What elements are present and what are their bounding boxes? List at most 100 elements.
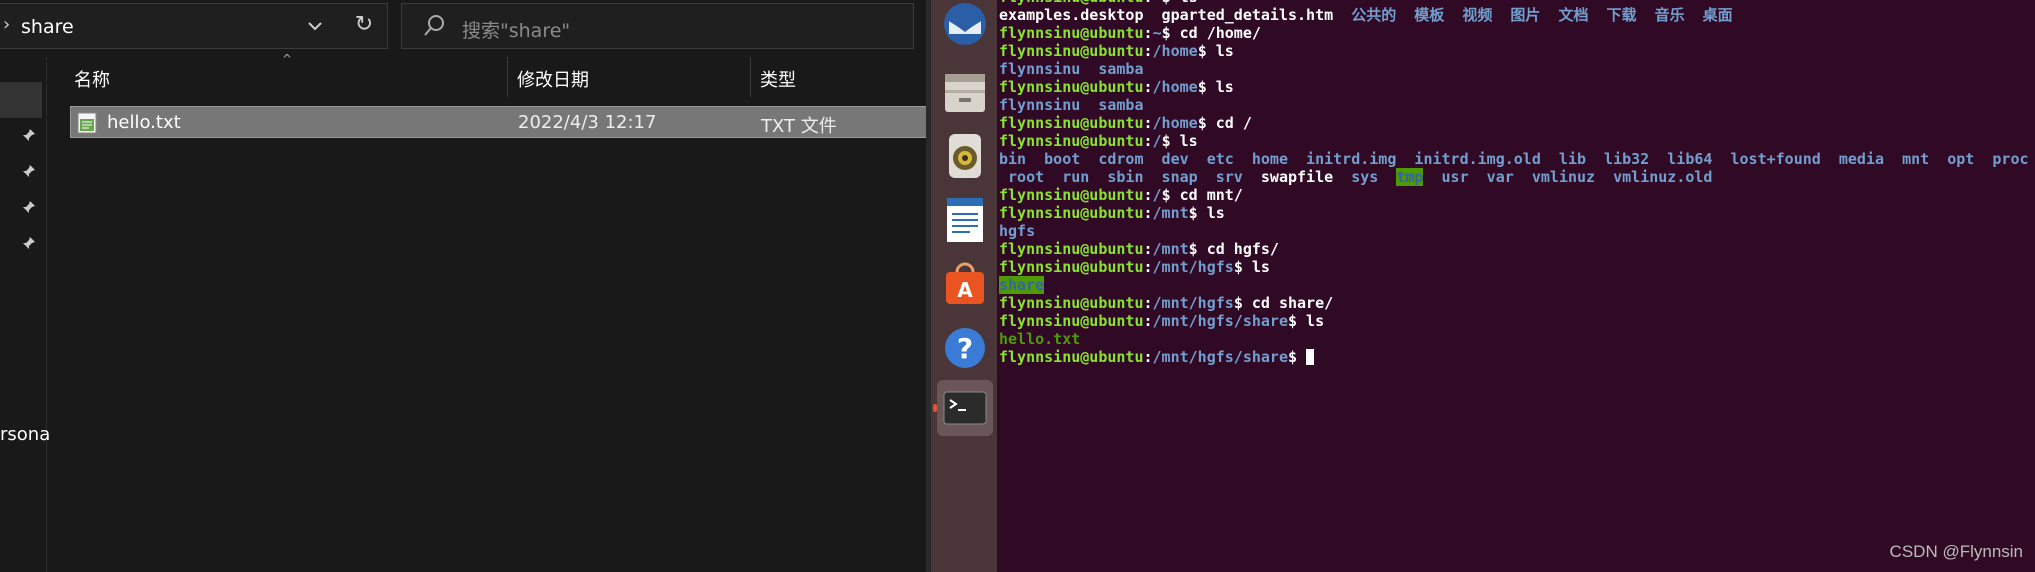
terminal-text: $ cd share/ <box>1233 294 1334 312</box>
terminal-text: : <box>1143 42 1153 60</box>
terminal-text: : <box>1143 132 1153 150</box>
terminal-text: $ ls <box>1197 78 1234 96</box>
terminal-text: bin boot cdrom dev etc home initrd.img i… <box>999 150 2029 168</box>
terminal-line: flynnsinu samba <box>999 60 2029 78</box>
terminal-text: $ cd hgfs/ <box>1188 240 1279 258</box>
terminal-text: : <box>1143 204 1153 222</box>
breadcrumb[interactable]: share <box>21 16 74 38</box>
terminal-text: : <box>1143 240 1153 258</box>
terminal-text: $ ls <box>1288 312 1325 330</box>
terminal-text: $ ls <box>1197 42 1234 60</box>
svg-text:A: A <box>957 278 973 302</box>
terminal-text: : <box>1143 78 1153 96</box>
terminal-text: flynnsinu@ubuntu <box>999 114 1144 132</box>
navigation-pane: rsona <box>0 57 50 572</box>
terminal-line: flynnsinu@ubuntu:/home$ cd / <box>999 114 2029 132</box>
terminal-text: /home <box>1152 114 1198 132</box>
file-date: 2022/4/3 12:17 <box>518 112 657 133</box>
terminal-cursor <box>1306 349 1315 365</box>
chevron-right-icon[interactable]: › <box>3 14 10 35</box>
search-placeholder: 搜索"share" <box>462 20 571 42</box>
terminal-text: swapfile <box>1260 168 1352 186</box>
terminal-text: usr var <box>1423 168 1532 186</box>
terminal-text: /home <box>1152 78 1198 96</box>
terminal-text: flynnsinu@ubuntu <box>999 132 1144 150</box>
column-name[interactable]: 名称 <box>74 66 110 92</box>
terminal-text: $ ls <box>1233 258 1270 276</box>
terminal-text: $ cd mnt/ <box>1161 186 1243 204</box>
search-input[interactable]: 搜索"share" <box>401 3 914 49</box>
terminal-line: flynnsinu@ubuntu:/home$ ls <box>999 42 2029 60</box>
file-type: TXT 文件 <box>761 116 837 137</box>
column-type[interactable]: 类型 <box>760 66 796 92</box>
terminal-line: flynnsinu@ubuntu:/home$ ls <box>999 78 2029 96</box>
help-icon[interactable]: ? <box>937 320 993 376</box>
terminal-text: flynnsinu@ubuntu <box>999 348 1144 366</box>
file-name: hello.txt <box>107 112 181 133</box>
column-divider[interactable] <box>750 57 751 97</box>
pin-icon[interactable] <box>22 163 36 177</box>
column-divider[interactable] <box>507 57 508 97</box>
file-explorer-window: › share ↻ 搜索"share" rsona ^ 名称 修改日期 类型 h… <box>0 0 928 572</box>
terminal-text: hello.txt <box>999 330 1081 348</box>
terminal-text: flynnsinu@ubuntu <box>999 42 1144 60</box>
thunderbird-icon[interactable] <box>937 0 993 56</box>
terminal-text: : <box>1143 258 1153 276</box>
pin-icon[interactable] <box>22 235 36 249</box>
terminal-line: flynnsinu@ubuntu:/$ ls <box>999 132 2029 150</box>
terminal-text: /mnt/hgfs <box>1152 294 1234 312</box>
terminal-line: flynnsinu samba <box>999 96 2029 114</box>
watermark: CSDN @Flynnsin <box>1889 542 2023 561</box>
terminal-line: share <box>999 276 2029 294</box>
terminal-text: flynnsinu@ubuntu <box>999 240 1144 258</box>
terminal-line: flynnsinu@ubuntu:/mnt$ cd hgfs/ <box>999 240 2029 258</box>
terminal-text: flynnsinu@ubuntu <box>999 312 1144 330</box>
terminal-text: /mnt/hgfs/share <box>1152 348 1288 366</box>
sort-ascending-icon: ^ <box>282 52 293 66</box>
address-bar[interactable]: › share ↻ <box>0 3 388 49</box>
terminal-line: flynnsinu@ubuntu:/$ cd mnt/ <box>999 186 2029 204</box>
terminal-text: $ ls <box>1161 132 1198 150</box>
terminal-text: share <box>999 276 1045 294</box>
software-center-icon[interactable]: A <box>937 256 993 312</box>
file-row[interactable]: hello.txt 2022/4/3 12:17 TXT 文件 <box>70 106 928 138</box>
terminal-text: : <box>1143 114 1153 132</box>
terminal-text: flynnsinu samba <box>999 96 1144 114</box>
column-header: ^ 名称 修改日期 类型 <box>70 52 928 97</box>
terminal-text: flynnsinu@ubuntu <box>999 24 1144 42</box>
terminal-text: flynnsinu@ubuntu <box>999 186 1144 204</box>
terminal-text: /mnt <box>1152 204 1189 222</box>
terminal-line: flynnsinu@ubuntu:/mnt/hgfs/share$ ls <box>999 312 2029 330</box>
text-file-icon <box>77 112 97 138</box>
terminal-window[interactable]: flynnsinu@ubuntu:~$ lsexamples.desktop g… <box>997 0 2035 572</box>
running-indicator <box>933 404 937 412</box>
terminal-text: flynnsinu@ubuntu <box>999 204 1144 222</box>
chevron-down-icon[interactable] <box>307 14 327 38</box>
pin-icon[interactable] <box>22 199 36 213</box>
writer-icon[interactable] <box>937 192 993 248</box>
terminal-text: root run sbin snap srv <box>999 168 1261 186</box>
terminal-line: hello.txt <box>999 330 2029 348</box>
terminal-icon[interactable] <box>933 380 993 436</box>
ubuntu-launcher: A ? <box>931 0 997 572</box>
terminal-line: flynnsinu@ubuntu:~$ cd /home/ <box>999 24 2029 42</box>
refresh-icon[interactable]: ↻ <box>351 12 377 40</box>
terminal-text: $ cd / <box>1197 114 1252 132</box>
nav-selected-item[interactable] <box>0 82 42 118</box>
rhythmbox-icon[interactable] <box>937 128 993 184</box>
files-icon[interactable] <box>937 64 993 120</box>
column-date[interactable]: 修改日期 <box>517 66 589 92</box>
terminal-text: flynnsinu samba <box>999 60 1144 78</box>
terminal-text: $ <box>1288 348 1307 366</box>
terminal-text: tmp <box>1396 168 1424 186</box>
terminal-text: sys <box>1351 168 1397 186</box>
terminal-text: : <box>1143 294 1153 312</box>
svg-text:?: ? <box>957 332 973 365</box>
terminal-text: /home <box>1152 42 1198 60</box>
terminal-text: $ ls <box>1188 204 1225 222</box>
terminal-text: ~ <box>1152 24 1162 42</box>
pin-icon[interactable] <box>22 127 36 141</box>
terminal-text: vmlinuz vmlinuz.old <box>1531 168 1713 186</box>
terminal-line: flynnsinu@ubuntu:/mnt/hgfs$ cd share/ <box>999 294 2029 312</box>
nav-item-personal[interactable]: rsona <box>0 424 50 445</box>
